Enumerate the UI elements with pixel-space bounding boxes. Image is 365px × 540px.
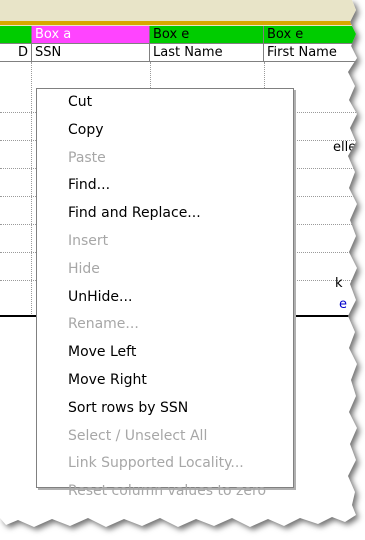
menu-item-find-and-replace[interactable]: Find and Replace... bbox=[37, 200, 293, 228]
menu-item-label: Reset column values to zero bbox=[68, 483, 267, 500]
box-header-cell-3[interactable]: Box e bbox=[264, 26, 357, 44]
grid-row-line bbox=[0, 168, 36, 169]
box-header-label: Box e bbox=[267, 27, 304, 42]
menu-item-rename: Rename... bbox=[37, 311, 293, 339]
menu-item-move-left[interactable]: Move Left bbox=[37, 339, 293, 367]
grid-row-line bbox=[294, 168, 357, 169]
column-header-cell-first-name[interactable]: First Name bbox=[264, 44, 357, 62]
column-header-label: Last Name bbox=[153, 45, 223, 60]
grid-row-line bbox=[0, 224, 36, 225]
grid-cell-text: elle bbox=[333, 140, 357, 155]
menu-item-cut[interactable]: Cut bbox=[37, 89, 293, 117]
menu-item-link-supported-locality: Link Supported Locality... bbox=[37, 450, 293, 478]
column-header-cell-ssn[interactable]: SSN bbox=[32, 44, 150, 62]
box-header-label: Box e bbox=[153, 27, 190, 42]
column-header-cell-0[interactable]: D bbox=[0, 44, 32, 62]
grid-row-line bbox=[294, 112, 357, 113]
menu-item-label: Insert bbox=[68, 232, 109, 249]
menu-item-label: Link Supported Locality... bbox=[68, 455, 244, 472]
grid-row-line bbox=[0, 196, 36, 197]
grid-row-line bbox=[0, 280, 36, 281]
grid-cell-link-text[interactable]: e bbox=[339, 297, 347, 312]
screenshot-stage: Box a Box e Box e D SSN Last Name First … bbox=[0, 0, 365, 540]
menu-item-hide: Hide bbox=[37, 256, 293, 284]
menu-item-paste: Paste bbox=[37, 145, 293, 173]
grid-row-line bbox=[294, 224, 357, 225]
torn-paper-frame: Box a Box e Box e D SSN Last Name First … bbox=[0, 0, 365, 540]
menu-item-label: Select / Unselect All bbox=[68, 427, 208, 444]
column-header: Box a Box e Box e D SSN Last Name First … bbox=[0, 26, 357, 62]
menu-item-copy[interactable]: Copy bbox=[37, 117, 293, 145]
menu-item-label: Move Right bbox=[68, 371, 147, 388]
table-view: Box a Box e Box e D SSN Last Name First … bbox=[0, 0, 357, 527]
grid-column-divider bbox=[31, 62, 32, 316]
grid-row-line bbox=[0, 112, 36, 113]
column-header-label: D bbox=[17, 45, 28, 60]
menu-item-find[interactable]: Find... bbox=[37, 172, 293, 200]
grid-row-line bbox=[294, 252, 357, 253]
menu-item-label: Cut bbox=[68, 94, 93, 110]
menu-item-reset-column-values: Reset column values to zero bbox=[37, 478, 293, 506]
menu-item-label: Sort rows by SSN bbox=[68, 399, 189, 416]
column-header-cell-last-name[interactable]: Last Name bbox=[150, 44, 264, 62]
column-header-label: SSN bbox=[35, 45, 62, 60]
grid-row-line bbox=[0, 252, 36, 253]
menu-item-insert: Insert bbox=[37, 228, 293, 256]
menu-item-label: UnHide... bbox=[68, 288, 133, 305]
grid-row-line bbox=[0, 140, 36, 141]
menu-item-label: Move Left bbox=[68, 344, 137, 361]
menu-item-select-unselect-all: Select / Unselect All bbox=[37, 423, 293, 451]
menu-item-label: Find... bbox=[68, 177, 111, 194]
box-header-cell-1[interactable]: Box a bbox=[32, 26, 150, 44]
menu-item-unhide[interactable]: UnHide... bbox=[37, 284, 293, 312]
context-menu: Cut Copy Paste Find... Find and Replace.… bbox=[36, 88, 294, 499]
box-header-cell-0[interactable] bbox=[0, 26, 32, 44]
menu-item-move-right[interactable]: Move Right bbox=[37, 367, 293, 395]
menu-item-label: Copy bbox=[68, 121, 104, 138]
title-divider bbox=[0, 21, 357, 25]
box-header-cell-2[interactable]: Box e bbox=[150, 26, 264, 44]
grid-row-line bbox=[294, 196, 357, 197]
menu-item-label: Paste bbox=[68, 149, 106, 166]
grid-cell-text: k bbox=[335, 276, 343, 291]
grid-row-line bbox=[294, 280, 357, 281]
menu-item-sort-rows[interactable]: Sort rows by SSN bbox=[37, 395, 293, 423]
menu-item-label: Find and Replace... bbox=[68, 205, 201, 222]
menu-item-label: Rename... bbox=[68, 316, 139, 333]
menu-item-label: Hide bbox=[68, 260, 100, 277]
box-header-label: Box a bbox=[35, 27, 72, 42]
column-header-label: First Name bbox=[267, 45, 337, 60]
